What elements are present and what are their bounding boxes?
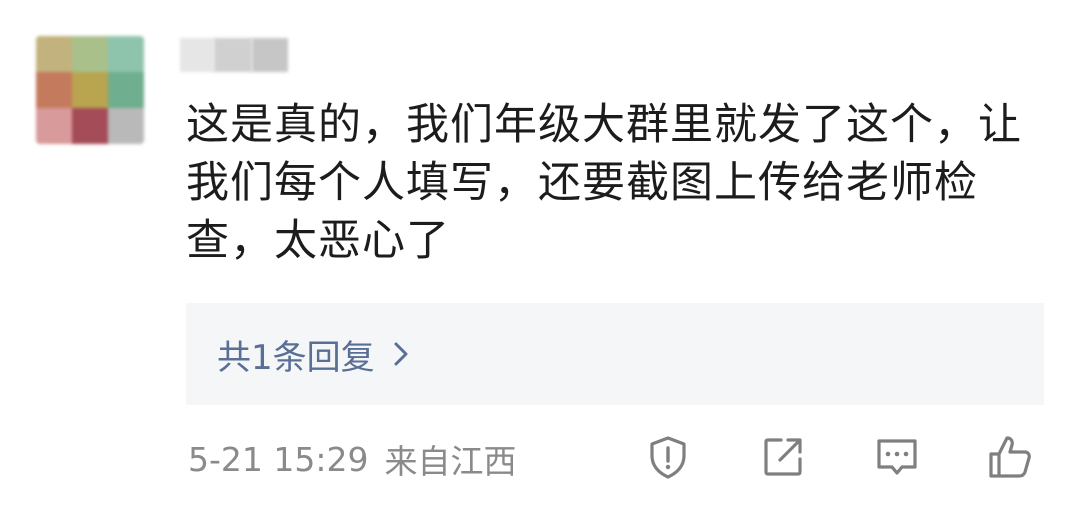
share-icon: [761, 435, 805, 479]
action-bar: [0, 432, 1080, 482]
reply-comment-button[interactable]: [872, 432, 922, 482]
avatar[interactable]: [36, 36, 144, 144]
share-button[interactable]: [758, 432, 808, 482]
comment-text: 这是真的，我们年级大群里就发了这个，让我们每个人填写，还要截图上传给老师检查，太…: [186, 100, 1022, 266]
like-icon: [987, 434, 1035, 480]
report-button[interactable]: [643, 432, 693, 482]
comment-icon: [874, 435, 920, 479]
like-button[interactable]: [986, 432, 1036, 482]
reply-count-label: 共1条回复: [217, 337, 375, 378]
shield-icon: [645, 434, 691, 480]
username-blurred[interactable]: [180, 38, 288, 72]
chevron-right-icon: [393, 341, 411, 367]
view-replies-button[interactable]: 共1条回复: [186, 303, 1044, 405]
